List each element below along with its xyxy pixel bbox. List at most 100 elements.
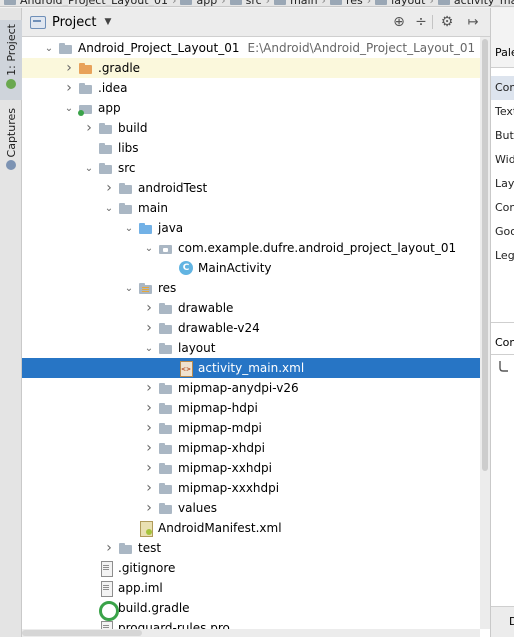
tree-row[interactable]: ›activity_main.xml bbox=[22, 358, 480, 378]
chevron-down-icon[interactable]: ⌄ bbox=[122, 283, 136, 294]
tree-row[interactable]: ⌄ com.example.dufre.android_project_layou… bbox=[22, 238, 480, 258]
tree-row[interactable]: ⌄ main bbox=[22, 198, 480, 218]
breadcrumb-item[interactable]: activity_main.xml bbox=[454, 0, 514, 6]
tree-row[interactable]: ⌄ java bbox=[22, 218, 480, 238]
breadcrumb-item[interactable]: res bbox=[346, 0, 363, 6]
chevron-down-icon[interactable]: ⌄ bbox=[42, 43, 56, 54]
tree-row[interactable]: ›.gitignore bbox=[22, 558, 480, 578]
chevron-right-icon[interactable]: › bbox=[82, 120, 96, 136]
chevron-down-icon[interactable]: ⌄ bbox=[122, 223, 136, 234]
settings-gear-button[interactable]: ⚙ bbox=[436, 12, 458, 32]
tree-row-label: res bbox=[158, 281, 177, 295]
tree-row-label: mipmap-hdpi bbox=[178, 401, 258, 415]
tree-row[interactable]: › androidTest bbox=[22, 178, 480, 198]
tree-row-label: .idea bbox=[98, 81, 128, 95]
folder-icon bbox=[158, 401, 174, 415]
tree-row[interactable]: › drawable bbox=[22, 298, 480, 318]
tree-row-label: build bbox=[118, 121, 148, 135]
chevron-right-icon[interactable]: › bbox=[102, 540, 116, 556]
tree-row[interactable]: ⌄ Android_Project_Layout_01 E:\Android\And… bbox=[22, 38, 480, 58]
tree-row-label: androidTest bbox=[138, 181, 208, 195]
tree-row[interactable]: › drawable-v24 bbox=[22, 318, 480, 338]
breadcrumb-separator: › bbox=[321, 0, 326, 7]
chevron-down-icon[interactable]: ⌄ bbox=[62, 103, 76, 114]
chevron-right-icon[interactable]: › bbox=[142, 320, 156, 336]
tree-row[interactable]: ⌄ app bbox=[22, 98, 480, 118]
breadcrumb-item[interactable]: src bbox=[246, 0, 262, 6]
palette-panel: Pale ComTextButtWidLayoConGooLega Con D bbox=[490, 8, 514, 637]
tree-row[interactable]: › test bbox=[22, 538, 480, 558]
breadcrumb-item[interactable]: app bbox=[196, 0, 217, 6]
tree-row-label: .gitignore bbox=[118, 561, 176, 575]
tree-row[interactable]: ›proguard-rules.pro bbox=[22, 618, 480, 629]
manifest-file-icon bbox=[138, 521, 154, 537]
chevron-right-icon[interactable]: › bbox=[142, 460, 156, 476]
tree-row[interactable]: › build bbox=[22, 118, 480, 138]
breadcrumb-separator: › bbox=[172, 0, 177, 7]
navigation-breadcrumb: Android_Project_Layout_01 › app › src › main › r… bbox=[0, 0, 514, 7]
palette-category[interactable]: Butt bbox=[491, 124, 514, 148]
tree-row[interactable]: › mipmap-xxxhdpi bbox=[22, 478, 480, 498]
chevron-down-icon[interactable]: ⌄ bbox=[142, 343, 156, 354]
design-tab[interactable]: D bbox=[491, 606, 514, 637]
chevron-down-icon[interactable]: ⌄ bbox=[102, 203, 116, 214]
tree-row[interactable]: › mipmap-xxhdpi bbox=[22, 458, 480, 478]
folder-icon bbox=[229, 0, 242, 5]
tree-row[interactable]: › mipmap-mdpi bbox=[22, 418, 480, 438]
tree-row[interactable]: ›libs bbox=[22, 138, 480, 158]
tree-row[interactable]: ›MainActivity bbox=[22, 258, 480, 278]
tree-row[interactable]: ⌄ res bbox=[22, 278, 480, 298]
chevron-right-icon[interactable]: › bbox=[142, 480, 156, 496]
palette-category[interactable]: Goo bbox=[491, 220, 514, 244]
hide-panel-button[interactable]: ↦ bbox=[462, 12, 484, 32]
horizontal-scrollbar[interactable] bbox=[22, 629, 480, 637]
palette-category[interactable]: Con bbox=[491, 196, 514, 220]
chevron-right-icon[interactable]: › bbox=[62, 80, 76, 96]
tree-row[interactable]: › mipmap-hdpi bbox=[22, 398, 480, 418]
chevron-down-icon[interactable]: ⌄ bbox=[142, 243, 156, 254]
chevron-right-icon[interactable]: › bbox=[142, 400, 156, 416]
palette-category[interactable]: Text bbox=[491, 100, 514, 124]
project-path: E:\Android\Android_Project_Layout_01 bbox=[247, 41, 476, 55]
chevron-right-icon[interactable]: › bbox=[142, 420, 156, 436]
tree-row[interactable]: ›AndroidManifest.xml bbox=[22, 518, 480, 538]
breadcrumb-item[interactable]: Android_Project_Layout_01 bbox=[20, 0, 168, 6]
breadcrumb-item[interactable]: layout bbox=[391, 0, 425, 6]
component-tree-node-icon[interactable] bbox=[497, 360, 509, 374]
palette-category[interactable]: Layo bbox=[491, 172, 514, 196]
chevron-right-icon[interactable]: › bbox=[142, 380, 156, 396]
tree-row[interactable]: › mipmap-anydpi-v26 bbox=[22, 378, 480, 398]
tree-row[interactable]: ›app.iml bbox=[22, 578, 480, 598]
project-panel-header: Project ▼ ⊕ ÷ ⚙ ↦ bbox=[22, 8, 490, 37]
vertical-scrollbar-thumb[interactable] bbox=[482, 39, 488, 471]
tree-row[interactable]: › .idea bbox=[22, 78, 480, 98]
breadcrumb-item[interactable]: main bbox=[290, 0, 317, 6]
collapse-all-button[interactable]: ÷ bbox=[410, 12, 432, 32]
project-view-selector[interactable]: Project ▼ bbox=[26, 11, 115, 33]
chevron-right-icon[interactable]: › bbox=[142, 440, 156, 456]
palette-category[interactable]: Com bbox=[491, 76, 514, 100]
tab-captures[interactable]: Captures bbox=[0, 108, 22, 178]
chevron-right-icon[interactable]: › bbox=[102, 180, 116, 196]
tree-row[interactable]: › mipmap-xhdpi bbox=[22, 438, 480, 458]
vertical-scrollbar[interactable] bbox=[480, 37, 490, 629]
tree-row[interactable]: › .gradle bbox=[22, 58, 480, 78]
folder-icon bbox=[98, 121, 114, 135]
project-file-tree: ⌄ Android_Project_Layout_01 E:\Android\And… bbox=[22, 37, 480, 629]
horizontal-scrollbar-thumb[interactable] bbox=[22, 630, 142, 636]
chevron-down-icon[interactable]: ⌄ bbox=[82, 163, 96, 174]
tree-row-label: build.gradle bbox=[118, 601, 190, 615]
tree-row-label: .gradle bbox=[98, 61, 141, 75]
tree-row[interactable]: › values bbox=[22, 498, 480, 518]
tab-project[interactable]: 1: Project bbox=[0, 20, 22, 100]
tree-row[interactable]: ⌄ layout bbox=[22, 338, 480, 358]
palette-category[interactable]: Lega bbox=[491, 244, 514, 268]
chevron-right-icon[interactable]: › bbox=[142, 300, 156, 316]
tree-row[interactable]: ⌄ src bbox=[22, 158, 480, 178]
tree-row-label: drawable-v24 bbox=[178, 321, 260, 335]
chevron-right-icon[interactable]: › bbox=[142, 500, 156, 516]
tree-row[interactable]: ›build.gradle bbox=[22, 598, 480, 621]
chevron-right-icon[interactable]: › bbox=[62, 60, 76, 76]
palette-category[interactable]: Wid bbox=[491, 148, 514, 172]
scroll-from-source-button[interactable]: ⊕ bbox=[388, 12, 410, 32]
